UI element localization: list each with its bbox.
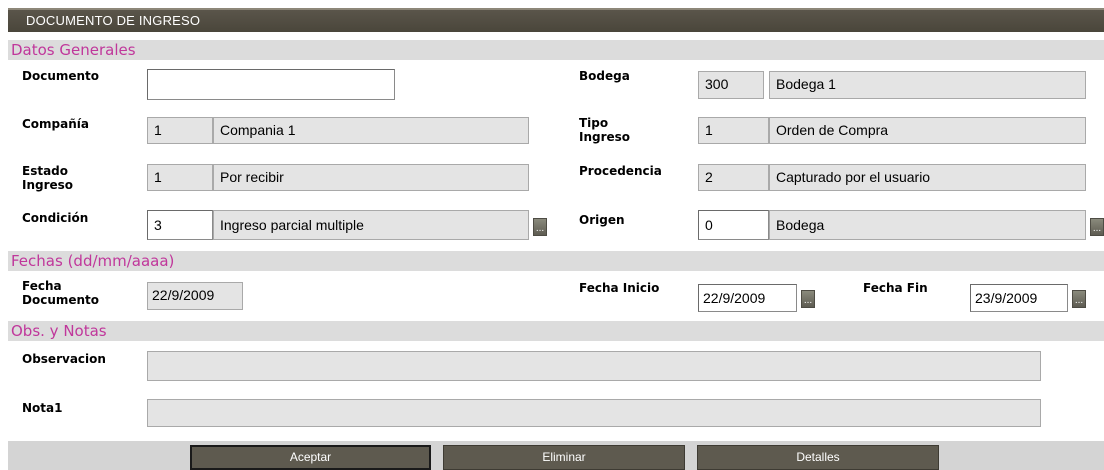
observacion-field[interactable] [147,351,1041,381]
fecha-documento-label-line1: Fecha [22,279,62,293]
documento-input[interactable] [147,69,395,100]
observacion-label: Observacion [22,352,106,366]
tipo-ingreso-label-line1: Tipo [579,116,609,130]
section-title: Fechas (dd/mm/aaaa) [11,252,175,270]
condicion-lookup-button[interactable]: ... [533,218,547,236]
window-title-bar: DOCUMENTO DE INGRESO [8,8,1104,32]
fecha-documento-label-line2: Documento [22,293,100,307]
window-title: DOCUMENTO DE INGRESO [26,13,201,28]
procedencia-code-field: 2 [698,164,769,191]
origen-lookup-button[interactable]: ... [1090,218,1104,236]
estado-ingreso-label-line1: Estado [22,164,69,178]
tipo-ingreso-name-field: Orden de Compra [769,117,1086,144]
section-title: Datos Generales [11,41,136,59]
fecha-fin-input[interactable] [970,284,1068,312]
compania-code-field: 1 [147,117,213,144]
estado-ingreso-name-field: Por recibir [213,164,529,191]
tipo-ingreso-code-field: 1 [698,117,769,144]
fecha-fin-label: Fecha Fin [863,281,928,295]
fecha-inicio-input[interactable] [698,284,797,312]
eliminar-button[interactable]: Eliminar [443,445,685,470]
origen-name-field: Bodega [769,210,1086,240]
tipo-ingreso-label-line2: Ingreso [579,130,631,144]
aceptar-button[interactable]: Aceptar [190,445,431,470]
estado-ingreso-label-line2: Ingreso [22,178,74,192]
bodega-code-field: 300 [698,71,764,99]
fecha-documento-field: 22/9/2009 [147,282,243,310]
procedencia-name-field: Capturado por el usuario [769,164,1086,191]
procedencia-label: Procedencia [579,164,662,178]
nota1-label: Nota1 [22,401,63,415]
compania-label: Compañía [22,117,89,131]
nota1-field[interactable] [147,399,1041,427]
fecha-inicio-calendar-button[interactable]: ... [801,290,815,308]
condicion-name-field: Ingreso parcial multiple [213,210,529,240]
bodega-name-field: Bodega 1 [769,71,1086,99]
detalles-button[interactable]: Detalles [697,445,939,470]
section-obs-notas: Obs. y Notas [8,321,1104,341]
estado-ingreso-label: Estado Ingreso [22,164,73,192]
origen-code-input[interactable] [698,210,769,240]
condicion-label: Condición [22,211,89,225]
fecha-documento-label: Fecha Documento [22,279,99,307]
fecha-fin-calendar-button[interactable]: ... [1072,290,1086,308]
estado-ingreso-code-field: 1 [147,164,213,191]
origen-label: Origen [579,213,625,227]
section-datos-generales: Datos Generales [8,40,1104,60]
condicion-code-input[interactable] [147,210,213,240]
section-title: Obs. y Notas [11,322,107,340]
tipo-ingreso-label: Tipo Ingreso [579,116,630,144]
bodega-label: Bodega [579,69,630,83]
documento-label: Documento [22,69,100,83]
compania-name-field: Compania 1 [213,117,529,144]
documento-ingreso-form: DOCUMENTO DE INGRESO Datos Generales Doc… [8,8,1104,470]
section-fechas: Fechas (dd/mm/aaaa) [8,251,1104,271]
fecha-inicio-label: Fecha Inicio [579,281,660,295]
